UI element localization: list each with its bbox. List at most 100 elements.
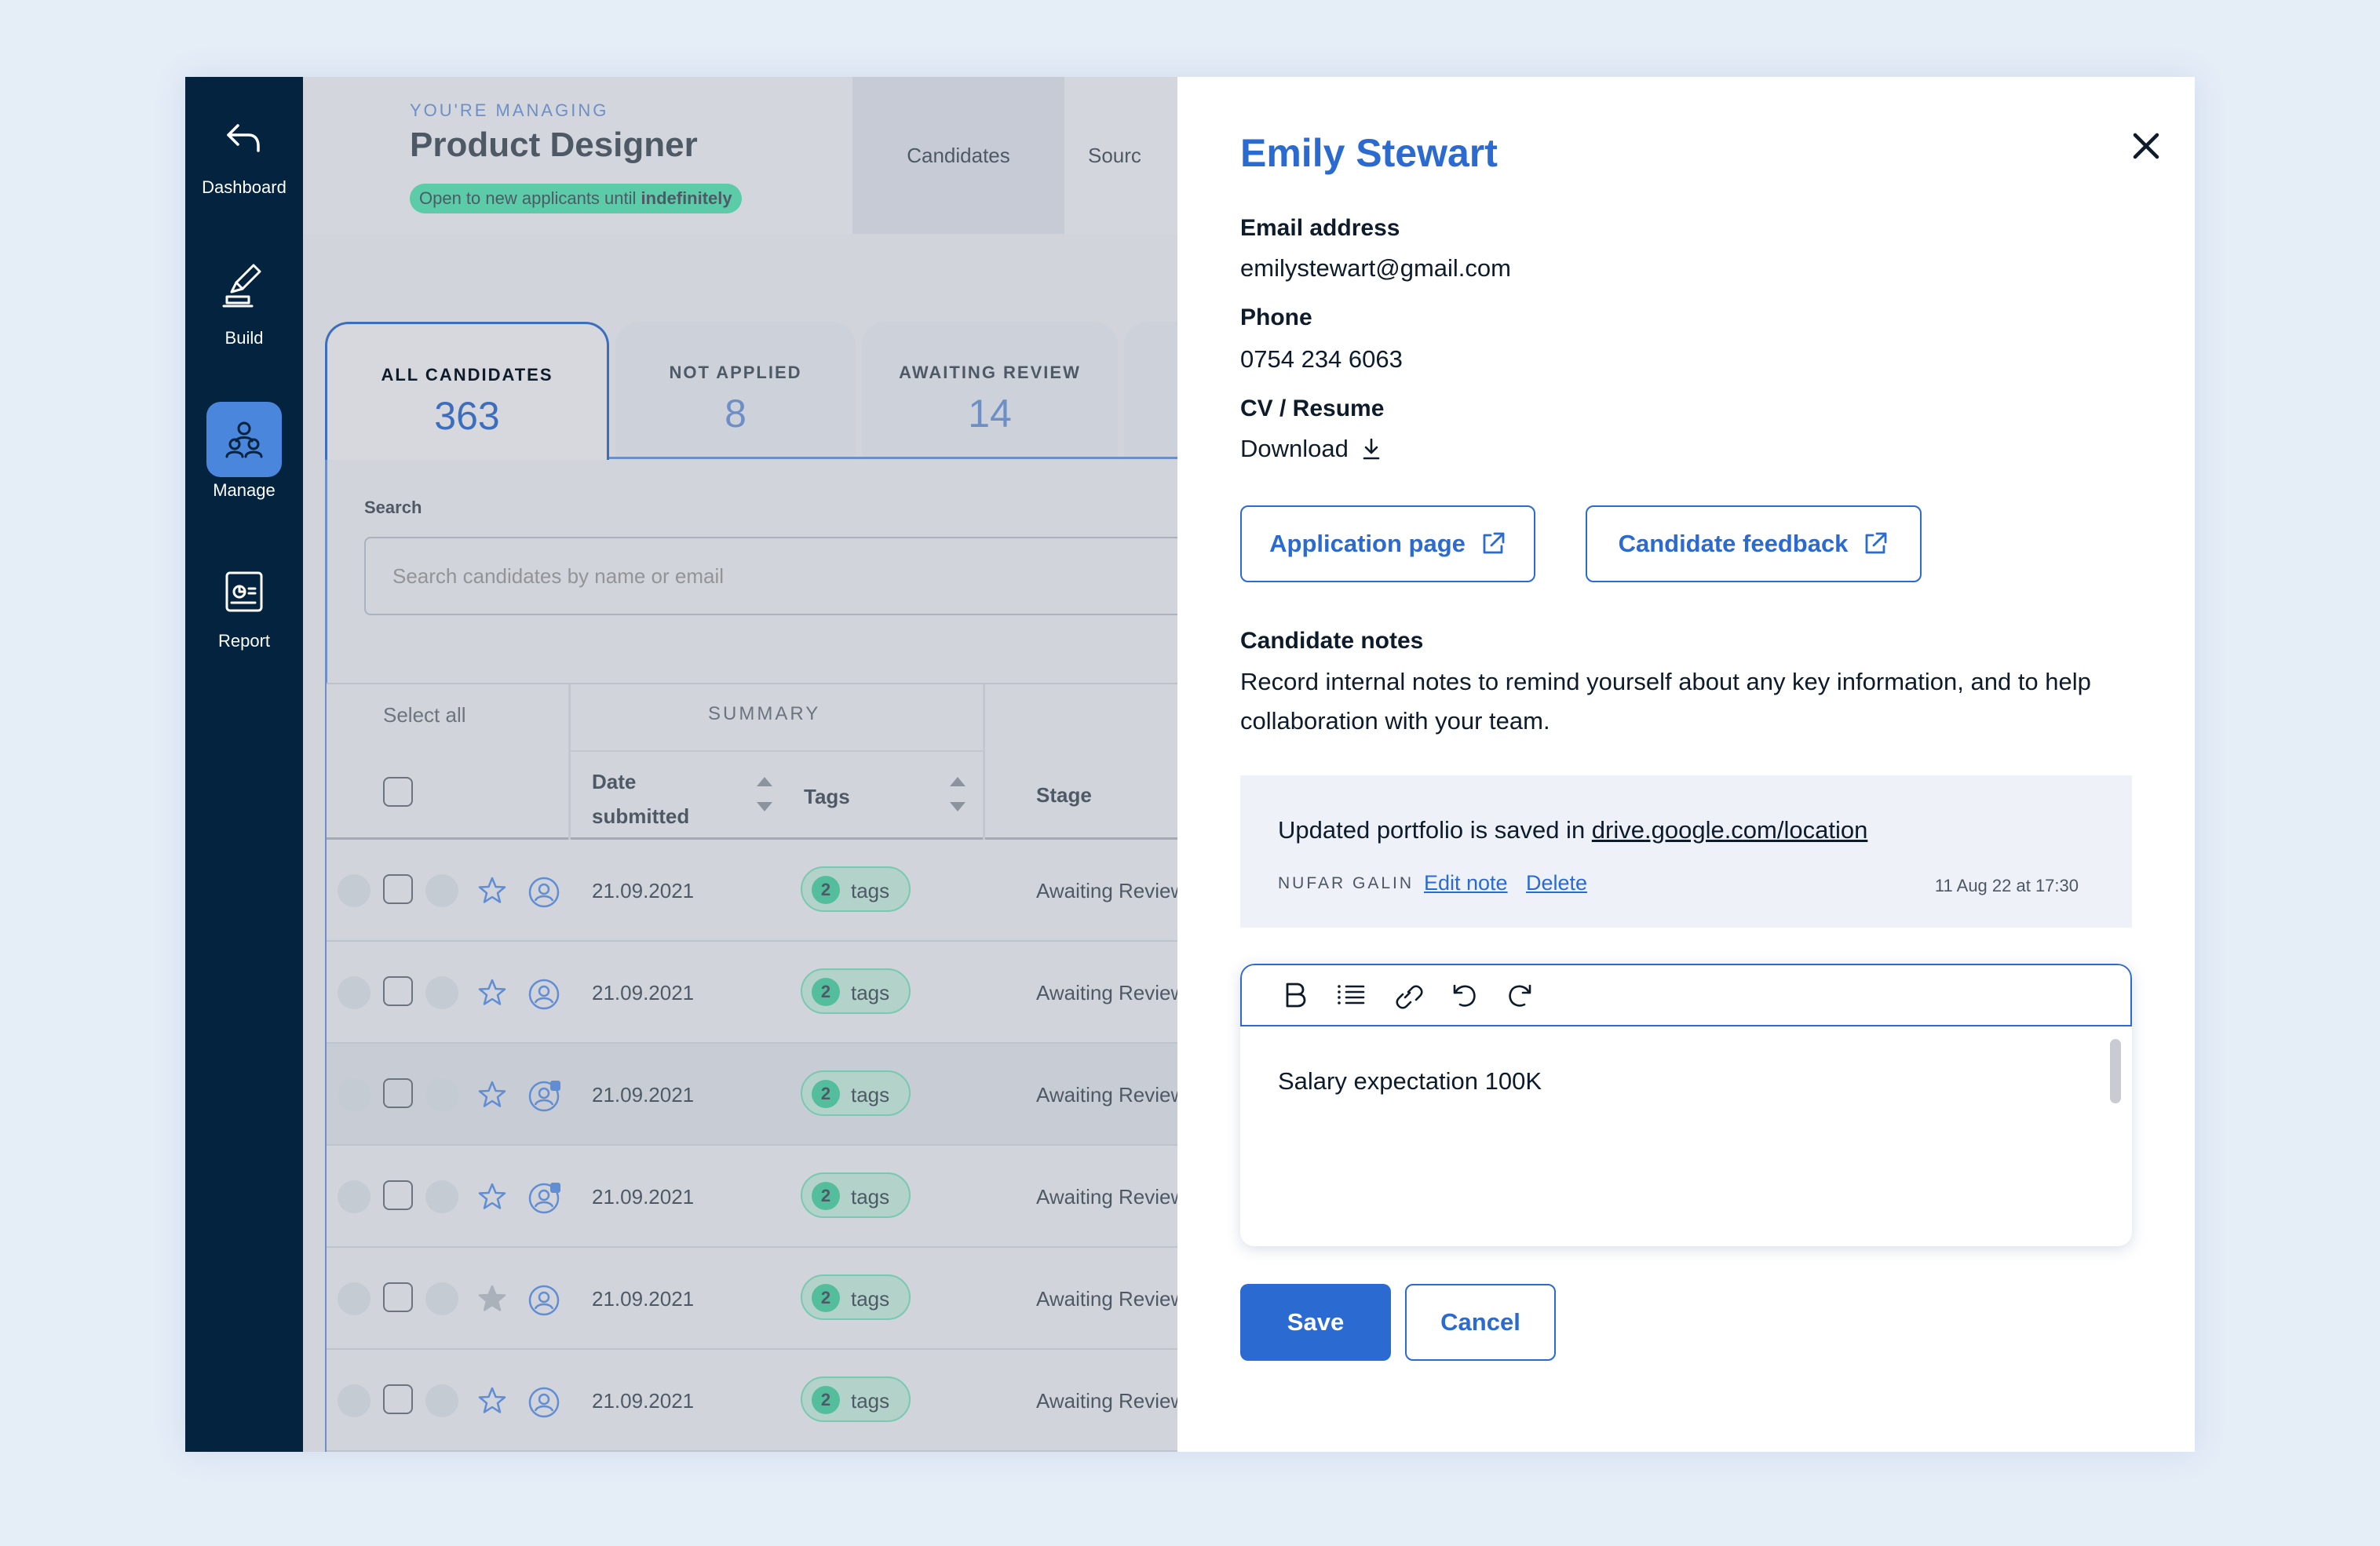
- tab-label: AWAITING REVIEW: [899, 363, 1081, 382]
- candidate-feedback-button[interactable]: Candidate feedback: [1586, 505, 1922, 582]
- redo-button[interactable]: [1502, 977, 1539, 1013]
- chevron-down-icon[interactable]: [338, 874, 371, 907]
- stage-value: Awaiting Review: [1036, 879, 1186, 902]
- row-checkbox[interactable]: [383, 1384, 413, 1414]
- column-date-submitted[interactable]: Date submitted: [592, 764, 689, 833]
- undo-button[interactable]: [1446, 977, 1482, 1013]
- chevron-up-icon[interactable]: [425, 1384, 458, 1417]
- tab-candidates[interactable]: Candidates: [852, 77, 1064, 234]
- user-note-icon[interactable]: [526, 1078, 562, 1114]
- sort-icon[interactable]: [947, 772, 969, 816]
- sidebar-item-label: Dashboard: [202, 177, 287, 197]
- tags-badge[interactable]: 2 tags: [801, 1070, 911, 1116]
- application-page-button[interactable]: Application page: [1240, 505, 1535, 582]
- tab-awaiting-review[interactable]: AWAITING REVIEW 14: [862, 322, 1118, 460]
- table-row[interactable]: 21.09.2021 2 tags Awaiting Review: [327, 1044, 1190, 1146]
- link-button[interactable]: [1389, 977, 1425, 1013]
- tags-badge[interactable]: 2 tags: [801, 1274, 911, 1320]
- search-input[interactable]: [364, 537, 1228, 615]
- user-note-icon[interactable]: [526, 1180, 562, 1216]
- editor-content[interactable]: Salary expectation 100K: [1278, 1067, 1542, 1096]
- tags-badge[interactable]: 2 tags: [801, 866, 911, 912]
- tags-badge[interactable]: 2 tags: [801, 1376, 911, 1422]
- tab-all-candidates[interactable]: ALL CANDIDATES 363: [325, 322, 609, 460]
- sort-icon[interactable]: [754, 772, 776, 816]
- column-divider: [568, 684, 571, 841]
- note-body: Updated portfolio is saved in: [1278, 816, 1592, 844]
- tags-badge[interactable]: 2 tags: [801, 968, 911, 1014]
- bold-button[interactable]: [1276, 977, 1312, 1013]
- note-editor[interactable]: Salary expectation 100K: [1240, 964, 2132, 1246]
- chevron-up-icon[interactable]: [425, 1180, 458, 1213]
- save-button[interactable]: Save: [1240, 1284, 1391, 1361]
- user-icon[interactable]: [526, 1384, 562, 1420]
- tab-sourcing[interactable]: Sourc: [1088, 77, 1141, 234]
- column-tags[interactable]: Tags: [804, 785, 850, 809]
- star-icon[interactable]: [476, 1078, 509, 1111]
- candidate-drawer: Emily Stewart Email address emilystewart…: [1177, 77, 2195, 1452]
- button-label: Application page: [1269, 530, 1466, 557]
- tags-badge[interactable]: 2 tags: [801, 1172, 911, 1218]
- table-row[interactable]: 21.09.2021 2 tags Awaiting Review: [327, 1350, 1190, 1452]
- link-icon: [1396, 985, 1423, 1009]
- sidebar-item-label: Report: [217, 631, 271, 651]
- candidate-table-body: 21.09.2021 2 tags Awaiting Review 21.09.2…: [327, 840, 1190, 1452]
- row-checkbox[interactable]: [383, 976, 413, 1006]
- row-checkbox[interactable]: [383, 1078, 413, 1108]
- star-icon[interactable]: [476, 976, 509, 1009]
- tab-count: 8: [725, 392, 746, 436]
- chevron-down-icon[interactable]: [338, 1180, 371, 1213]
- select-all-label[interactable]: Select all: [383, 703, 466, 727]
- row-checkbox[interactable]: [383, 1282, 413, 1312]
- chevron-up-icon[interactable]: [425, 976, 458, 1009]
- chevron-up-icon[interactable]: [425, 874, 458, 907]
- user-icon[interactable]: [526, 976, 562, 1012]
- sidebar-item-dashboard[interactable]: Dashboard: [185, 99, 303, 198]
- edit-note-link[interactable]: Edit note: [1424, 871, 1508, 895]
- list-button[interactable]: [1333, 977, 1369, 1013]
- sidebar-item-build[interactable]: Build: [185, 250, 303, 348]
- table-row[interactable]: 21.09.2021 2 tags Awaiting Review: [327, 840, 1190, 942]
- delete-note-link[interactable]: Delete: [1526, 871, 1587, 895]
- user-icon[interactable]: [526, 1282, 562, 1318]
- submitted-date: 21.09.2021: [592, 1185, 695, 1209]
- column-stage[interactable]: Stage: [1036, 783, 1092, 808]
- chevron-down-icon[interactable]: [338, 1384, 371, 1417]
- star-icon[interactable]: [476, 1384, 509, 1417]
- table-row[interactable]: 21.09.2021 2 tags Awaiting Review: [327, 942, 1190, 1044]
- pen-icon: [206, 250, 282, 325]
- note-link[interactable]: drive.google.com/location: [1592, 816, 1868, 844]
- table-row[interactable]: 21.09.2021 2 tags Awaiting Review: [327, 1248, 1190, 1350]
- chevron-up-icon[interactable]: [425, 1282, 458, 1315]
- sidebar-item-manage[interactable]: Manage: [185, 402, 303, 501]
- row-checkbox[interactable]: [383, 1180, 413, 1210]
- download-icon: [1363, 438, 1380, 460]
- chevron-down-icon[interactable]: [338, 1282, 371, 1315]
- status-emphasis: indefinitely: [641, 188, 732, 208]
- download-cv-link[interactable]: Download: [1240, 435, 1382, 463]
- table-header: Select all SUMMARY Date submitted Tags St…: [327, 683, 1190, 841]
- status-badge: Open to new applicants until indefinitel…: [410, 184, 742, 213]
- tab-not-applied[interactable]: NOT APPLIED 8: [615, 322, 856, 460]
- column-label: submitted: [592, 804, 690, 828]
- star-filled-icon[interactable]: [476, 1282, 509, 1315]
- user-icon[interactable]: [526, 874, 562, 910]
- download-label: Download: [1240, 435, 1349, 462]
- row-checkbox[interactable]: [383, 874, 413, 904]
- select-all-checkbox[interactable]: [383, 777, 413, 807]
- close-icon[interactable]: [2127, 127, 2165, 165]
- chevron-up-icon[interactable]: [425, 1078, 458, 1111]
- star-icon[interactable]: [476, 874, 509, 907]
- list-icon: [1338, 985, 1365, 1005]
- chevron-down-icon[interactable]: [338, 976, 371, 1009]
- cancel-button[interactable]: Cancel: [1405, 1284, 1556, 1361]
- people-icon: [206, 402, 282, 477]
- sidebar-item-report[interactable]: Report: [185, 552, 303, 651]
- submitted-date: 21.09.2021: [592, 879, 695, 902]
- chevron-down-icon[interactable]: [338, 1078, 371, 1111]
- job-header: YOU'RE MANAGING Product Designer Open to…: [303, 77, 1182, 234]
- editor-scrollbar[interactable]: [2110, 1039, 2121, 1103]
- table-row[interactable]: 21.09.2021 2 tags Awaiting Review: [327, 1146, 1190, 1248]
- star-icon[interactable]: [476, 1180, 509, 1213]
- tag-label: tags: [851, 1185, 890, 1209]
